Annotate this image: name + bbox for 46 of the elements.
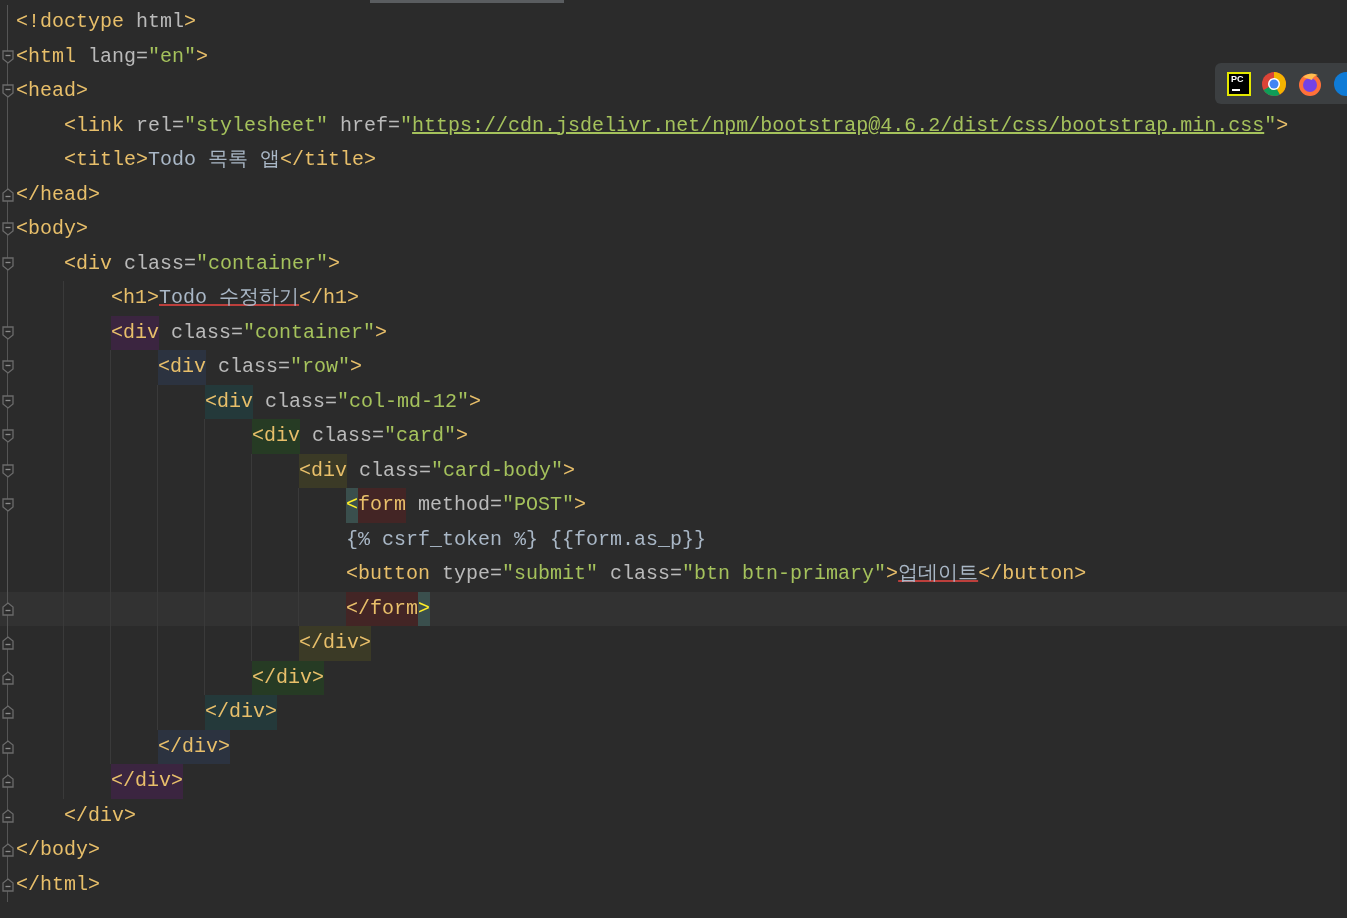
code-line: </form> [346,591,431,626]
fold-icon[interactable] [2,222,14,237]
fold-icon[interactable] [2,498,14,513]
fold-icon[interactable] [2,739,14,754]
code-line: <button type="submit" class="btn btn-primary">업데이트</button> [346,561,1087,587]
fold-icon[interactable] [2,705,14,720]
code-line: <html lang="en"> [16,43,209,70]
fold-icon[interactable] [2,84,14,99]
fold-icon[interactable] [2,429,14,444]
code-line: </html> [16,871,100,898]
fold-icon[interactable] [2,774,14,789]
code-line: </body> [16,837,100,863]
code-line: <form method="POST"> [346,488,587,523]
code-line: <div class="card-body"> [299,453,576,488]
fold-icon[interactable] [2,256,14,271]
fold-icon[interactable] [2,49,14,64]
code-line: <!doctype html> [16,9,197,35]
code-line: <div class="col-md-12"> [205,384,482,419]
fold-icon[interactable] [2,636,14,651]
fold-icon[interactable] [2,670,14,685]
fold-icon[interactable] [2,394,14,409]
fold-icon[interactable] [2,360,14,375]
fold-icon[interactable] [2,601,14,616]
code-line: <head> [16,78,88,104]
fold-icon[interactable] [2,877,14,892]
code-line: </div> [64,802,136,829]
code-line: <div class="container"> [111,315,388,350]
fold-icon[interactable] [2,808,14,823]
ide-icon[interactable]: PC [1227,71,1251,96]
code-line: <title>Todo 목록 앱</title> [64,147,377,173]
code-line: </head> [16,181,100,208]
fold-icon[interactable] [2,187,14,202]
code-line: <link rel="stylesheet" href="https://cdn.jsdelivr.net/npm/bootstrap@4.6.2/dist/css/bootstrap.min.css"> [64,112,1289,139]
code-line: <body> [16,216,88,242]
scrollbar-thumb[interactable] [370,0,564,3]
fold-icon[interactable] [2,325,14,340]
code-line: <h1>Todo 수정하기</h1> [111,285,360,311]
code-line: <div class="container"> [64,250,341,277]
fold-icon[interactable] [2,463,14,478]
code-line: {% csrf_token %} {{form.as_p}} [346,526,707,553]
browser-icon[interactable] [1333,70,1347,97]
code-line: <div class="card"> [252,419,469,454]
fold-icon[interactable] [2,843,14,858]
chrome-like-icon[interactable] [1261,70,1287,97]
code-line: <div class="row"> [158,350,363,385]
flame-globe-icon[interactable] [1297,70,1323,97]
